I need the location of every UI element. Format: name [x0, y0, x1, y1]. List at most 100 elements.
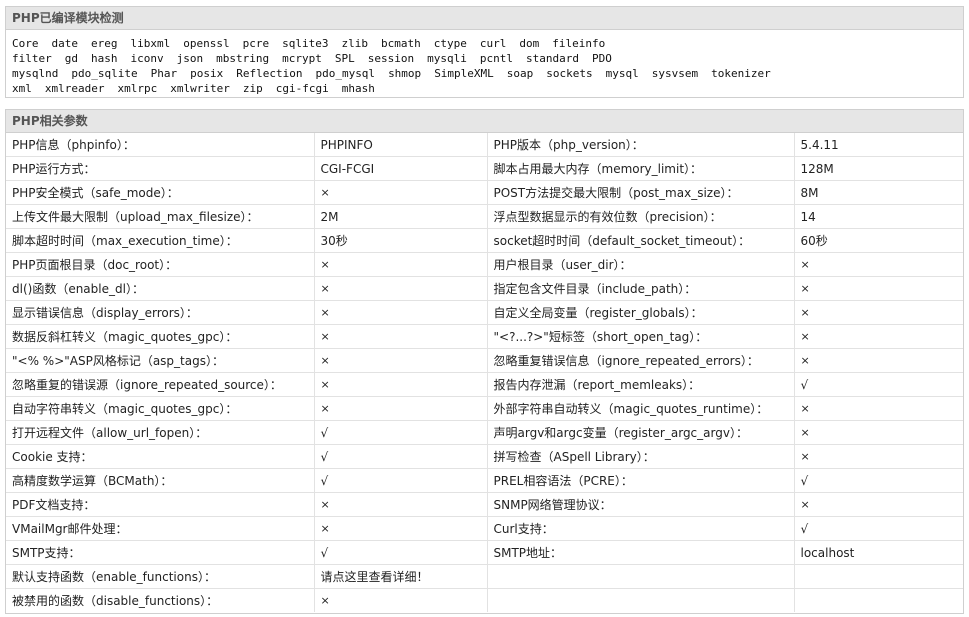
param-label: Cookie 支持：	[6, 444, 315, 469]
param-label: 忽略重复的错误源（ignore_repeated_source）：	[6, 372, 315, 397]
param-row: 忽略重复的错误源（ignore_repeated_source）： × 报告内存泄漏…	[6, 372, 963, 397]
param-label: 声明argv和argc变量（register_argc_argv）：	[487, 420, 795, 445]
module-name: gd	[64, 52, 78, 65]
param-value: ×	[314, 348, 488, 373]
param-label	[487, 588, 795, 612]
module-name: openssl	[183, 37, 230, 50]
module-name: mysqlnd	[12, 67, 59, 80]
php-params-title: PHP相关参数	[6, 110, 963, 133]
param-label: 指定包含文件目录（include_path）：	[487, 276, 795, 301]
module-name: xmlreader	[44, 82, 105, 95]
param-value: ×	[314, 300, 488, 325]
param-value: √	[794, 372, 963, 397]
module-name: filter	[12, 52, 52, 65]
param-label: PHP版本（php_version）：	[487, 133, 795, 157]
module-name: SimpleXML	[434, 67, 494, 80]
module-name: zlib	[341, 37, 368, 50]
module-name: curl	[479, 37, 507, 50]
param-label: PDF文档支持：	[6, 492, 315, 517]
param-label: VMailMgr邮件处理：	[6, 516, 315, 541]
module-name: json	[176, 52, 204, 65]
module-line: filter gd hash iconv json mbstring mcrypt SPL se…	[12, 51, 957, 66]
module-name: mhash	[341, 82, 375, 95]
param-row: Cookie 支持： √ 拼写检查（ASpell Library）： ×	[6, 444, 963, 469]
module-name: mysql	[605, 67, 639, 80]
param-label: 自定义全局变量（register_globals）：	[487, 300, 795, 325]
param-value: ×	[794, 420, 963, 445]
module-name: xmlrpc	[117, 82, 158, 95]
param-value[interactable]: PHPINFO	[314, 133, 488, 157]
param-label: 脚本占用最大内存（memory_limit）：	[487, 156, 795, 181]
param-row: 显示错误信息（display_errors）： × 自定义全局变量（register…	[6, 300, 963, 325]
param-label: SMTP支持：	[6, 540, 315, 565]
param-label: SMTP地址：	[487, 540, 795, 565]
param-label: 打开远程文件（allow_url_fopen）：	[6, 420, 315, 445]
module-name: SPL	[334, 52, 355, 65]
param-value: ×	[314, 372, 488, 397]
param-label: 被禁用的函数（disable_functions）：	[6, 588, 315, 612]
param-value: √	[314, 540, 488, 565]
param-label: PHP页面根目录（doc_root）：	[6, 252, 315, 277]
module-name: xml	[12, 82, 32, 95]
module-name: xmlwriter	[170, 82, 230, 95]
module-name: mysqli	[427, 52, 467, 65]
param-label: 自动字符串转义（magic_quotes_gpc）：	[6, 396, 315, 421]
param-row: dl()函数（enable_dl）： × 指定包含文件目录（include_path…	[6, 276, 963, 301]
param-label	[487, 564, 795, 589]
module-line: Core date ereg libxml openssl pcre sqlite3 zlib…	[12, 36, 957, 51]
module-name: Phar	[150, 67, 178, 80]
module-name: soap	[506, 67, 534, 80]
param-label: 脚本超时时间（max_execution_time）：	[6, 228, 315, 253]
module-name: pcntl	[479, 52, 513, 65]
param-value: 5.4.11	[794, 133, 963, 157]
param-value: ×	[794, 444, 963, 469]
param-label: 报告内存泄漏（report_memleaks）：	[487, 372, 795, 397]
module-name: sqlite3	[282, 37, 329, 50]
param-value	[794, 564, 963, 589]
param-value: ×	[314, 276, 488, 301]
module-name: mcrypt	[282, 52, 322, 65]
param-value: 14	[794, 204, 963, 229]
param-label: 浮点型数据显示的有效位数（precision）：	[487, 204, 795, 229]
module-name: ereg	[91, 37, 118, 50]
module-name: libxml	[130, 37, 171, 50]
php-params-table: PHP信息（phpinfo）： PHPINFO PHP版本（php_version）…	[6, 133, 963, 612]
param-label: 显示错误信息（display_errors）：	[6, 300, 315, 325]
compiled-modules-title: PHP已编译模块检测	[6, 7, 963, 30]
param-value: ×	[314, 516, 488, 541]
module-name: mbstring	[216, 52, 270, 65]
param-row: PHP页面根目录（doc_root）： × 用户根目录（user_dir）： ×	[6, 252, 963, 277]
param-label: POST方法提交最大限制（post_max_size）：	[487, 180, 795, 205]
param-label: socket超时时间（default_socket_timeout）：	[487, 228, 795, 253]
param-value: ×	[794, 300, 963, 325]
param-value: 2M	[314, 204, 488, 229]
param-label: 拼写检查（ASpell Library）：	[487, 444, 795, 469]
param-label: "<?...?>"短标签（short_open_tag）：	[487, 324, 795, 349]
param-value: ×	[794, 324, 963, 349]
param-value: √	[794, 468, 963, 493]
module-name: fileinfo	[552, 37, 606, 50]
module-name: Core	[12, 37, 39, 50]
param-label: dl()函数（enable_dl）：	[6, 276, 315, 301]
compiled-modules-list: Core date ereg libxml openssl pcre sqlite3 zlib…	[6, 30, 963, 96]
param-row: 打开远程文件（allow_url_fopen）： √ 声明argv和argc变量（r…	[6, 420, 963, 445]
module-name: sockets	[546, 67, 593, 80]
param-label: PREL相容语法（PCRE）：	[487, 468, 795, 493]
param-value: 128M	[794, 156, 963, 181]
param-value: ×	[794, 252, 963, 277]
param-row: 数据反斜杠转义（magic_quotes_gpc）： × "<?...?>"短标签（…	[6, 324, 963, 349]
module-name: pdo_sqlite	[71, 67, 138, 80]
param-label: PHP信息（phpinfo）：	[6, 133, 315, 157]
param-row: VMailMgr邮件处理： × Curl支持： √	[6, 516, 963, 541]
param-value[interactable]: 请点这里查看详细！	[314, 564, 488, 589]
param-label: 外部字符串自动转义（magic_quotes_runtime）：	[487, 396, 795, 421]
param-label: 忽略重复错误信息（ignore_repeated_errors）：	[487, 348, 795, 373]
param-value: ×	[794, 492, 963, 517]
param-value: 8M	[794, 180, 963, 205]
param-row: 自动字符串转义（magic_quotes_gpc）： × 外部字符串自动转义（mag…	[6, 396, 963, 421]
module-name: hash	[91, 52, 118, 65]
param-label: PHP运行方式：	[6, 156, 315, 181]
module-name: sysvsem	[651, 67, 699, 80]
param-label: PHP安全模式（safe_mode）：	[6, 180, 315, 205]
param-value: √	[314, 468, 488, 493]
